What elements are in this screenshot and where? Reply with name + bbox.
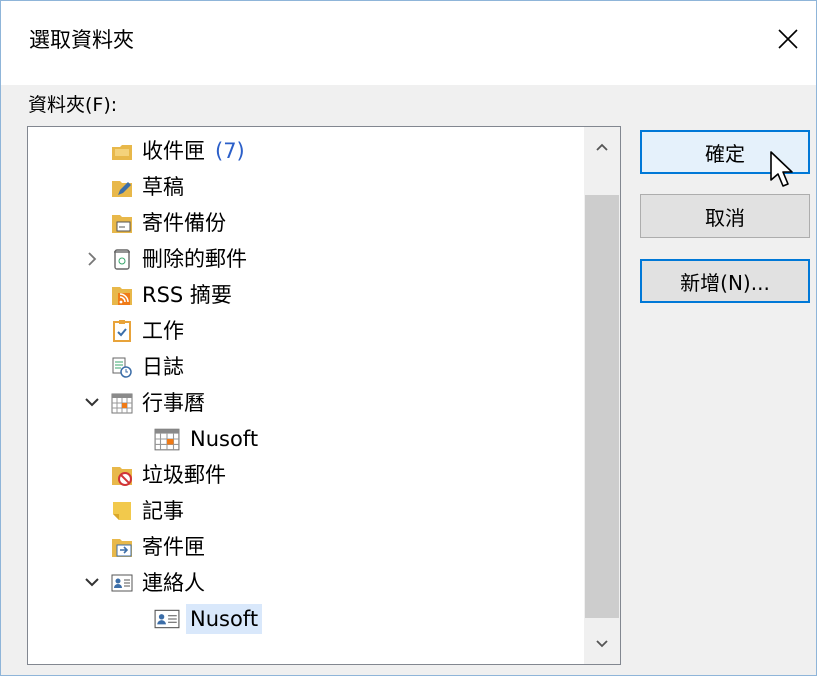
tree-item-label: 記事 [142, 499, 184, 523]
chevron-right-icon [88, 252, 97, 266]
tree-item-outbox[interactable]: 寄件匣 [110, 529, 205, 565]
contacts-icon [154, 609, 180, 629]
unread-count: (7) [215, 139, 245, 163]
calendar-icon [111, 393, 133, 414]
journal-icon [112, 357, 132, 378]
tree-item-label: Nusoft [190, 427, 259, 451]
rss-feed-icon [112, 287, 132, 305]
inbox-icon [112, 145, 132, 160]
tree-item-notes[interactable]: 記事 [110, 493, 184, 529]
tree-item-junk-email[interactable]: 垃圾郵件 [110, 457, 226, 493]
tree-item-calendar-nusoft[interactable]: Nusoft [152, 421, 258, 457]
notes-icon [113, 502, 131, 520]
dialog-title: 選取資料夾 [29, 28, 134, 52]
tree-item-sent-items[interactable]: 寄件備份 [110, 205, 226, 241]
tree-item-drafts[interactable]: 草稿 [110, 169, 184, 205]
tree-item-label: RSS 摘要 [142, 283, 232, 307]
collapse-toggle[interactable] [82, 392, 102, 412]
tree-item-label: 垃圾郵件 [142, 463, 226, 487]
close-icon [778, 29, 798, 49]
calendar-icon [154, 428, 180, 451]
scroll-up-button[interactable] [584, 127, 620, 167]
tree-item-contacts[interactable]: 連絡人 [110, 565, 205, 601]
junk-mail-icon [112, 467, 132, 486]
tree-item-journal[interactable]: 日誌 [110, 349, 184, 385]
collapse-toggle[interactable] [82, 572, 102, 592]
select-folder-dialog: 選取資料夾 資料夾(F): 收件匣 (7) 草稿 寄件備份 刪除的郵件 RSS … [0, 0, 817, 676]
new-folder-button[interactable]: 新增(N)... [640, 259, 810, 303]
expand-toggle[interactable] [82, 249, 102, 269]
tree-item-label: 草稿 [142, 175, 184, 199]
tree-item-label: 連絡人 [142, 571, 205, 595]
contacts-icon [111, 574, 133, 592]
tree-item-contacts-nusoft[interactable]: Nusoft [152, 601, 263, 637]
tree-item-label: 行事曆 [142, 391, 205, 415]
tree-item-tasks[interactable]: 工作 [110, 313, 184, 349]
tree-item-calendar[interactable]: 行事曆 [110, 385, 205, 421]
tree-item-label: 寄件匣 [142, 535, 205, 559]
tree-item-label: 寄件備份 [142, 211, 226, 235]
folder-tree[interactable]: 收件匣 (7) 草稿 寄件備份 刪除的郵件 RSS 摘要 工作 日誌 行事曆 N… [27, 126, 621, 665]
vertical-scrollbar[interactable] [584, 127, 620, 664]
tree-item-label: 刪除的郵件 [142, 247, 247, 271]
tree-item-rss-feeds[interactable]: RSS 摘要 [110, 277, 232, 313]
tree-item-deleted-items[interactable]: 刪除的郵件 [110, 241, 247, 277]
tree-item-label: 收件匣 [142, 139, 205, 163]
scroll-thumb[interactable] [585, 195, 619, 618]
mouse-pointer-icon [770, 151, 793, 187]
deleted-items-icon [114, 249, 130, 270]
chevron-down-icon [85, 398, 99, 407]
drafts-icon [112, 181, 132, 197]
tree-item-label: 工作 [142, 319, 184, 343]
tasks-icon [113, 320, 131, 342]
chevron-down-icon [85, 578, 99, 587]
tree-item-inbox[interactable]: 收件匣 (7) [110, 133, 245, 169]
scroll-down-button[interactable] [584, 624, 620, 664]
chevron-down-icon [596, 640, 608, 648]
folder-label: 資料夾(F): [28, 94, 118, 116]
title-bar: 選取資料夾 [1, 1, 816, 85]
cancel-button[interactable]: 取消 [640, 194, 810, 238]
tree-item-label: 日誌 [142, 355, 184, 379]
chevron-up-icon [596, 143, 608, 151]
sent-items-icon [112, 215, 132, 233]
close-button[interactable] [770, 21, 806, 57]
tree-item-label: Nusoft [186, 604, 263, 634]
outbox-icon [112, 539, 132, 557]
